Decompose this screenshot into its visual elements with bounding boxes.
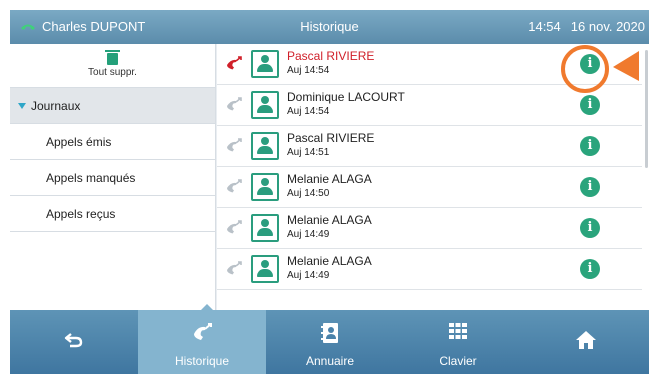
info-button[interactable]: i [580,259,600,279]
keypad-icon [449,323,467,339]
info-button[interactable]: i [580,136,600,156]
highlight-circle [561,45,609,93]
contact-name: Dominique LACOURT [287,90,405,104]
tab-label: Historique [174,354,230,368]
history-sidebar: Tout suppr. Journaux Appels émis Appels … [10,44,216,310]
clock: 14:54 16 nov. 2020 [528,19,645,34]
sidebar-item-label: Appels émis [46,134,112,149]
tab-clavier[interactable]: Clavier [394,310,522,374]
contact-avatar-icon [251,173,279,201]
info-button[interactable]: i [580,177,600,197]
call-time: Auj 14:49 [287,270,330,281]
call-log-icon [227,179,242,193]
bottom-nav: Historique Annuaire Clavier [10,310,649,374]
call-row[interactable]: Melanie ALAGA Auj 14:49 i [217,208,642,249]
contact-avatar-icon [251,91,279,119]
pointer-arrow-icon [613,51,639,81]
contact-avatar-icon [251,50,279,78]
call-time: Auj 14:54 [287,106,330,117]
tab-annuaire[interactable]: Annuaire [266,310,394,374]
contact-name: Melanie ALAGA [287,213,372,227]
delete-all-button[interactable]: Tout suppr. [10,44,215,88]
trash-icon [105,50,120,65]
contact-name: Pascal RIVIERE [287,49,375,63]
call-row[interactable]: Melanie ALAGA Auj 14:49 i [217,249,642,290]
contact-avatar-icon [251,214,279,242]
call-log-icon [227,97,242,111]
sidebar-item-label: Appels reçus [46,206,116,221]
date: 16 nov. 2020 [570,19,645,34]
sidebar-item-appels-recus[interactable]: Appels reçus [10,196,215,232]
info-button[interactable]: i [580,95,600,115]
time: 14:54 [528,19,561,34]
tab-historique[interactable]: Historique [138,310,266,374]
call-log-icon [227,138,242,152]
contact-name: Melanie ALAGA [287,172,372,186]
sidebar-item-appels-manques[interactable]: Appels manqués [10,160,215,196]
home-icon [575,331,596,349]
info-button[interactable]: i [580,218,600,238]
tab-label: Clavier [439,354,477,368]
call-log-icon [227,261,242,275]
call-time: Auj 14:49 [287,229,330,240]
contact-avatar-icon [251,132,279,160]
sidebar-section-label: Journaux [31,98,81,113]
sidebar-item-label: Appels manqués [46,170,136,185]
call-time: Auj 14:51 [287,147,330,158]
back-button[interactable] [10,310,138,374]
tab-label: Annuaire [305,354,355,368]
delete-all-label: Tout suppr. [88,67,137,78]
missed-call-icon [227,56,242,70]
contacts-book-icon [321,323,338,343]
contact-name: Melanie ALAGA [287,254,372,268]
home-button[interactable] [522,310,649,374]
phone-screen: Charles DUPONT Historique 14:54 16 nov. 2… [10,10,649,374]
call-row[interactable]: Pascal RIVIERE Auj 14:51 i [217,126,642,167]
contact-name: Pascal RIVIERE [287,131,375,145]
sidebar-item-appels-emis[interactable]: Appels émis [10,124,215,160]
caret-down-icon [18,102,26,109]
contact-avatar-icon [251,255,279,283]
call-log-icon [227,220,242,234]
call-time: Auj 14:54 [287,65,330,76]
back-arrow-icon [64,333,83,348]
list-scrollbar[interactable] [645,50,648,168]
call-time: Auj 14:50 [287,188,330,199]
call-row[interactable]: Melanie ALAGA Auj 14:50 i [217,167,642,208]
call-history-icon [194,323,212,340]
sidebar-item-journaux[interactable]: Journaux [10,88,215,124]
status-bar: Charles DUPONT Historique 14:54 16 nov. 2… [10,10,649,44]
